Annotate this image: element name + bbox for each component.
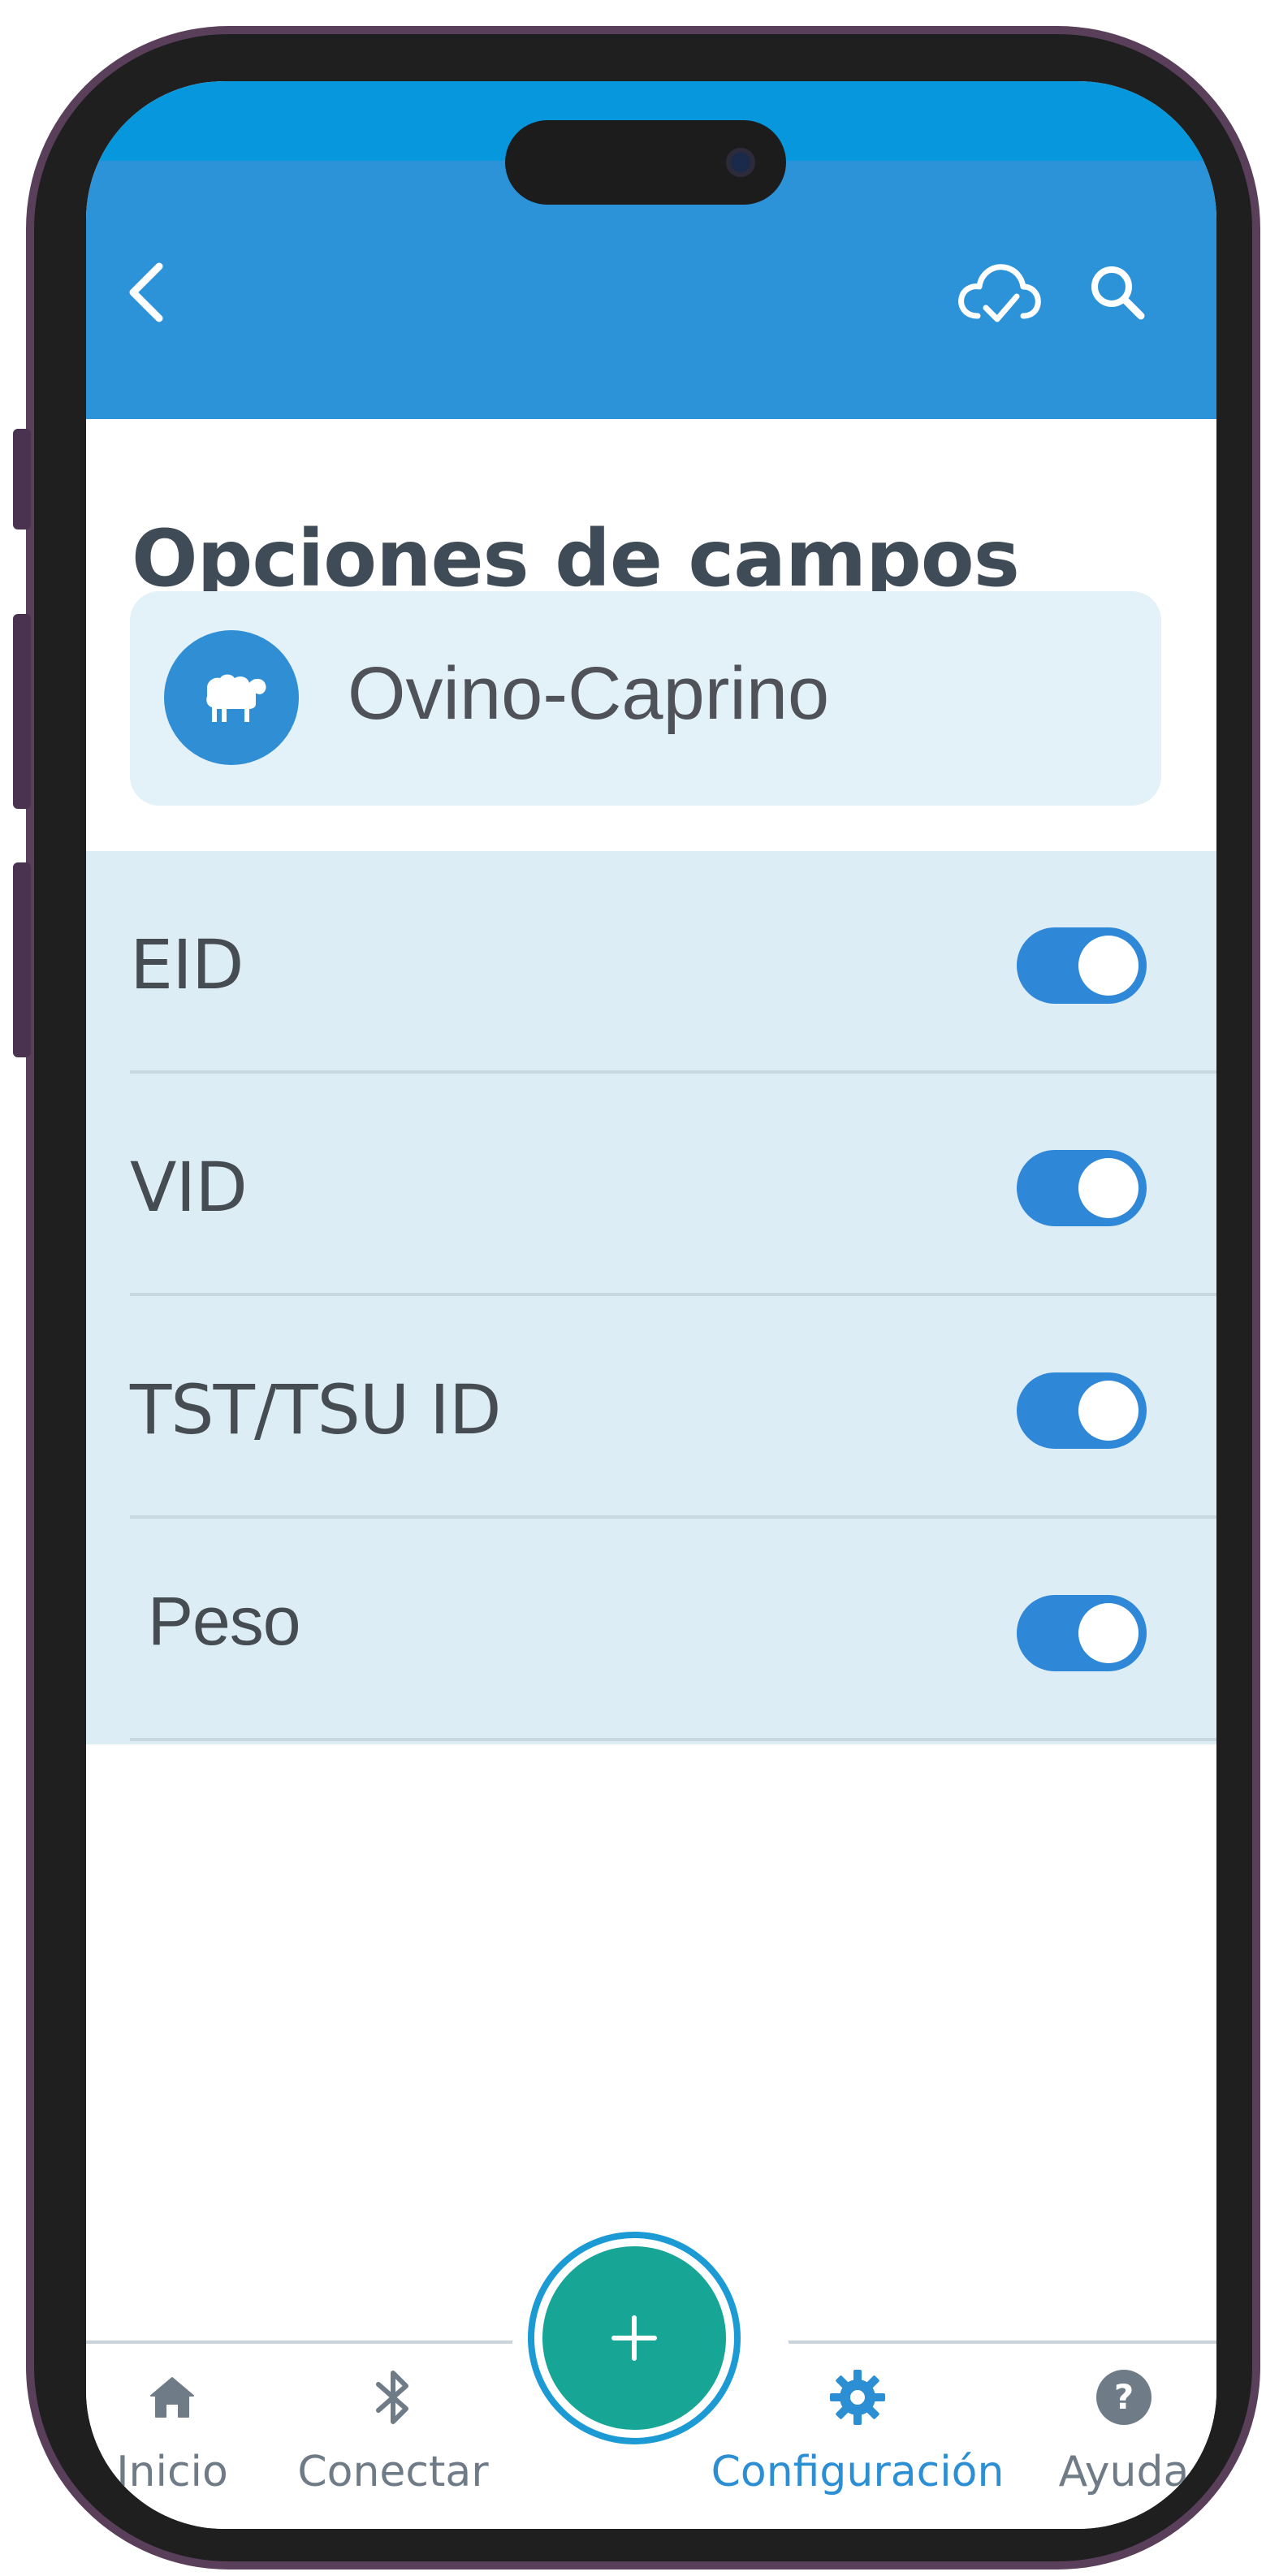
sheep-icon	[206, 674, 266, 722]
volume-up-button	[13, 614, 31, 809]
toggle-knob	[1078, 936, 1139, 996]
back-button[interactable]	[106, 252, 187, 333]
eid-toggle[interactable]	[1017, 927, 1147, 1004]
volume-down-button	[13, 862, 31, 1057]
nav-item-inicio[interactable]: Inicio	[99, 2365, 245, 2493]
svg-text:?: ?	[1114, 2377, 1134, 2417]
species-label: Ovino-Caprino	[348, 652, 830, 735]
field-label: Peso	[148, 1583, 300, 1659]
divider	[130, 1738, 1216, 1741]
cloud-check-icon	[958, 264, 1041, 322]
field-row-peso: Peso	[86, 1519, 1216, 1741]
sync-button[interactable]	[947, 244, 1052, 341]
species-avatar	[164, 630, 299, 765]
field-options-list: EID VID TST/TSU ID Peso	[86, 851, 1216, 1744]
field-label: TST/TSU ID	[130, 1370, 502, 1450]
fab-body	[542, 2246, 726, 2430]
search-button[interactable]	[1074, 249, 1163, 338]
field-row-vid: VID	[86, 1074, 1216, 1296]
field-row-tst-tsu-id: TST/TSU ID	[86, 1296, 1216, 1519]
action-button	[13, 429, 31, 529]
help-icon: ?	[1091, 2365, 1156, 2430]
toggle-knob	[1078, 1381, 1139, 1441]
nav-label: Inicio	[116, 2448, 228, 2496]
nav-item-conectar[interactable]: Conectar	[287, 2365, 499, 2493]
field-label: EID	[130, 925, 244, 1005]
nav-item-ayuda[interactable]: ? Ayuda	[1035, 2365, 1213, 2493]
home-icon	[140, 2365, 205, 2430]
nav-item-configuracion[interactable]: Configuración	[711, 2365, 1004, 2493]
search-icon	[1091, 266, 1145, 320]
dynamic-island	[505, 120, 786, 205]
bluetooth-icon	[361, 2365, 426, 2430]
add-button[interactable]	[528, 2232, 741, 2444]
toggle-knob	[1078, 1158, 1139, 1218]
nav-label: Configuración	[711, 2448, 1005, 2496]
species-selector[interactable]: Ovino-Caprino	[130, 591, 1161, 806]
chevron-left-icon	[129, 262, 163, 322]
screen: Opciones de campos Ovino-Caprino EID VID	[86, 81, 1216, 2529]
vid-toggle[interactable]	[1017, 1150, 1147, 1226]
field-row-eid: EID	[86, 851, 1216, 1074]
field-label: VID	[130, 1148, 248, 1227]
page-title: Opciones de campos	[132, 513, 1020, 604]
nav-label: Conectar	[297, 2448, 489, 2496]
nav-label: Ayuda	[1058, 2448, 1190, 2496]
tst-tsu-id-toggle[interactable]	[1017, 1372, 1147, 1449]
front-camera	[726, 148, 755, 177]
toggle-knob	[1078, 1603, 1139, 1663]
plus-icon	[611, 2315, 657, 2361]
gear-icon	[825, 2365, 890, 2430]
peso-toggle[interactable]	[1017, 1595, 1147, 1671]
